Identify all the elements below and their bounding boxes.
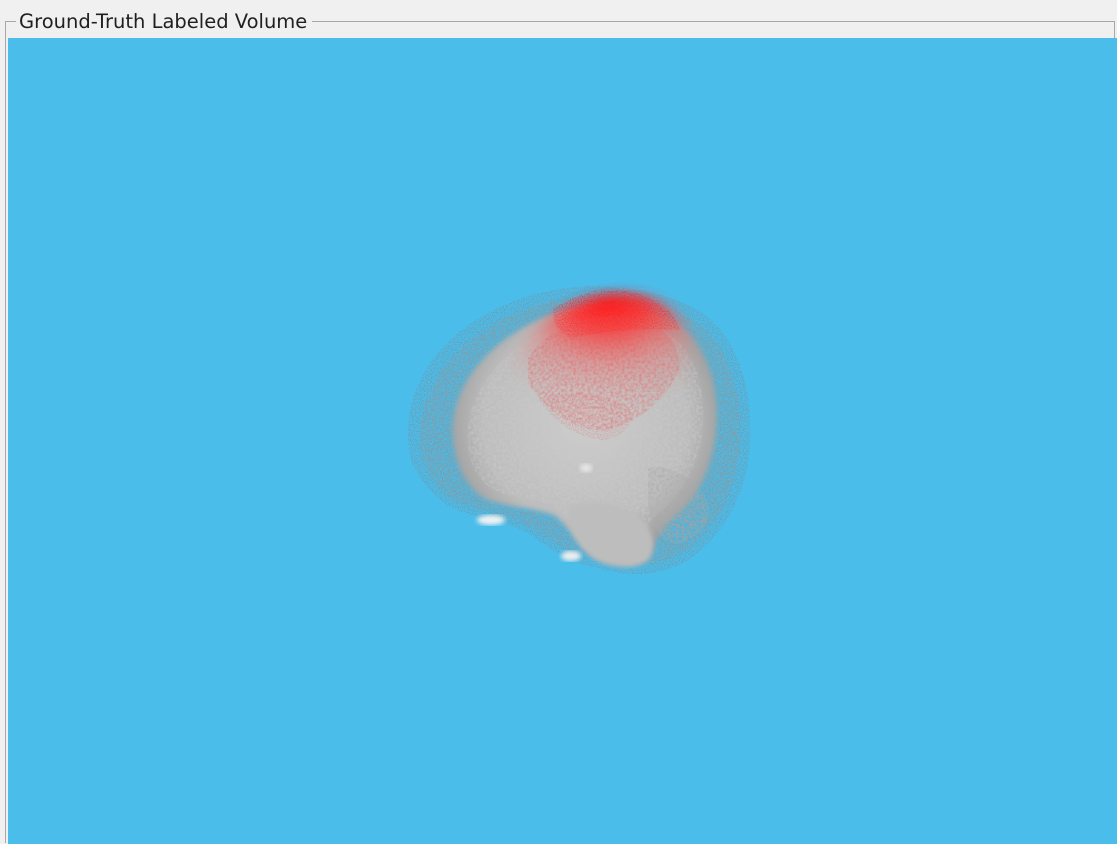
volume-panel: Ground-Truth Labeled Volume (0, 0, 1117, 844)
panel-title: Ground-Truth Labeled Volume (16, 9, 313, 35)
volume-viewport[interactable] (8, 38, 1117, 844)
volume-render (8, 38, 1117, 844)
